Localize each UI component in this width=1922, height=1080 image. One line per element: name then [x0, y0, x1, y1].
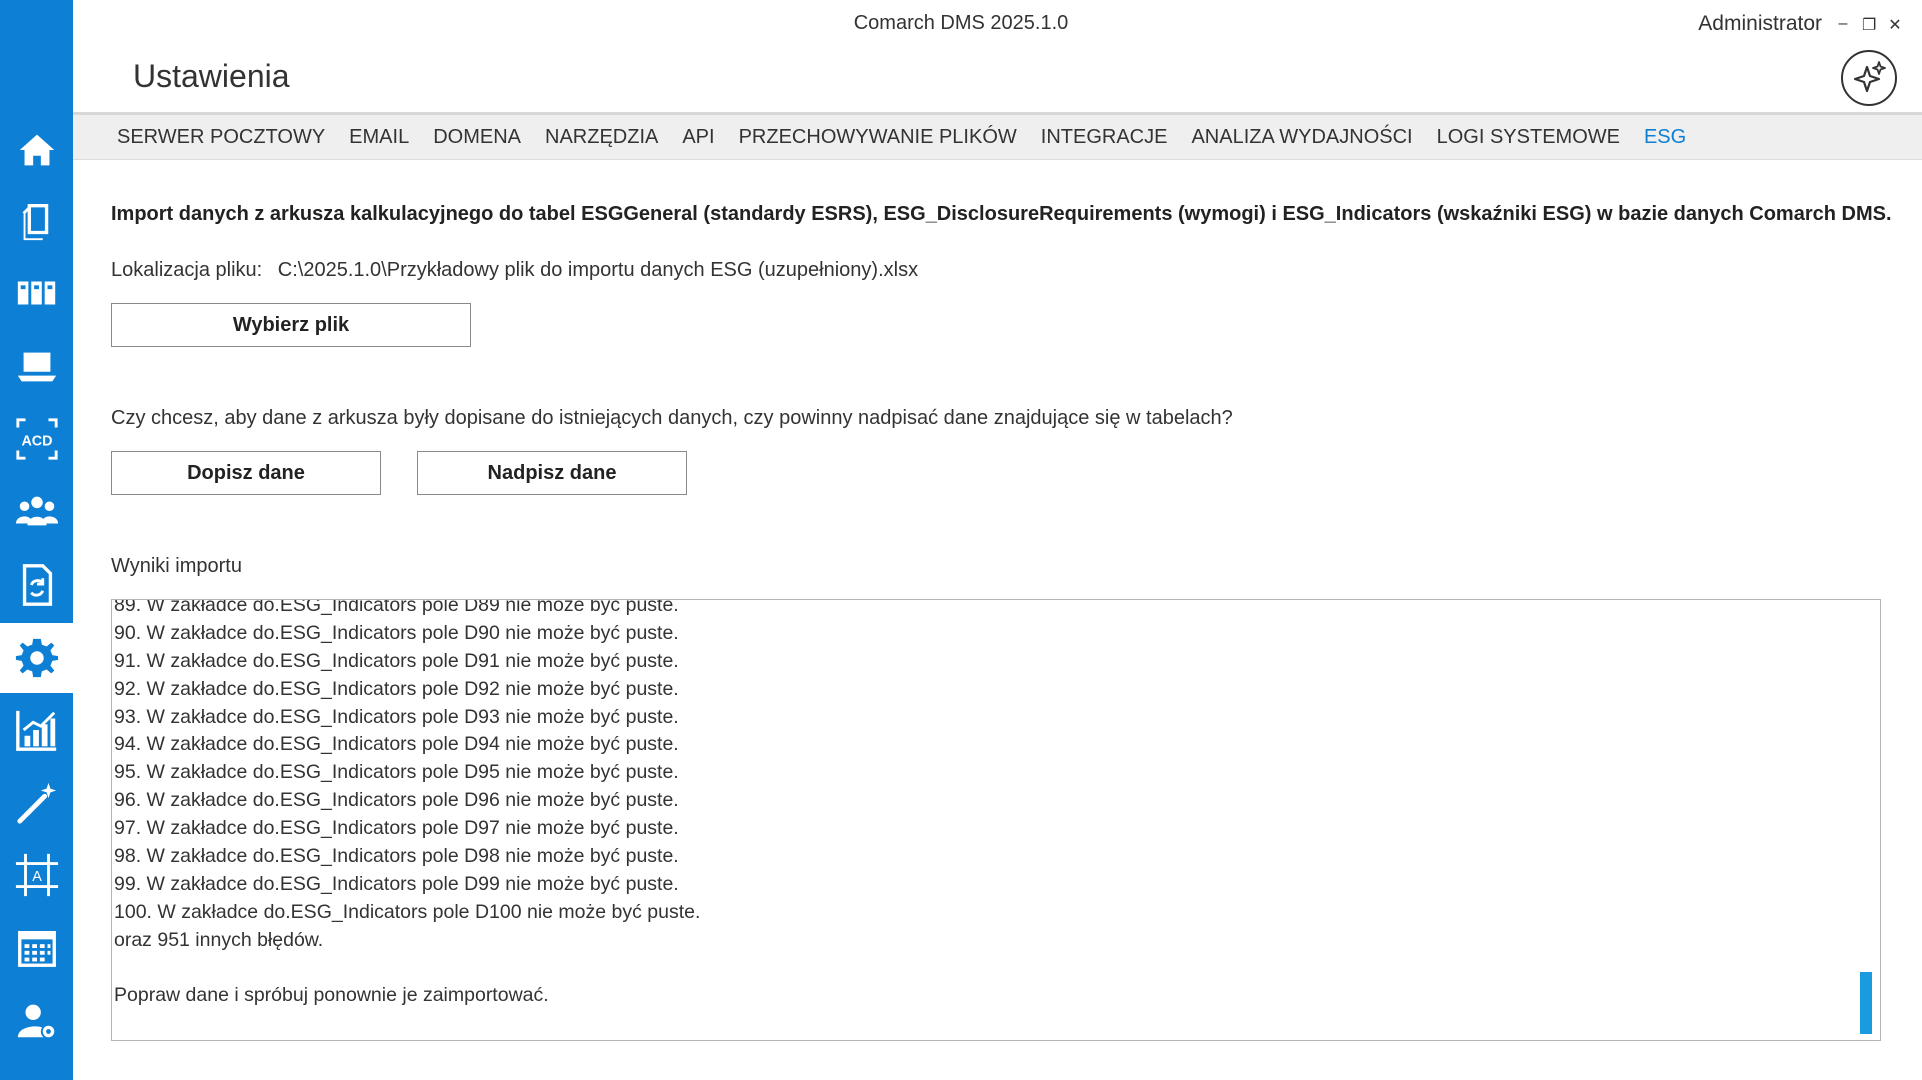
sidebar-item-home[interactable]: [0, 115, 73, 185]
user-name[interactable]: Administrator: [1698, 12, 1822, 36]
import-heading: Import danych z arkusza kalkulacyjnego d…: [111, 203, 1892, 225]
result-line: 89. W zakładce do.ESG_Indicators pole D8…: [114, 599, 679, 616]
user-settings-icon: [17, 1004, 56, 1040]
result-line: 93. W zakładce do.ESG_Indicators pole D9…: [114, 705, 679, 728]
result-line: 92. W zakładce do.ESG_Indicators pole D9…: [114, 677, 679, 700]
users-icon: [15, 496, 58, 526]
minimize-button[interactable]: –: [1836, 15, 1850, 35]
import-results-content: 89. W zakładce do.ESG_Indicators pole D8…: [114, 599, 1850, 1010]
magic-wand-icon: [16, 782, 56, 824]
import-results-textbox[interactable]: 89. W zakładce do.ESG_Indicators pole D8…: [111, 599, 1881, 1041]
sidebar-item-form-designer[interactable]: A: [0, 840, 73, 910]
sidebar-item-workflow[interactable]: [0, 550, 73, 620]
tab-api[interactable]: API: [682, 126, 714, 149]
acd-icon: ACD: [15, 418, 58, 460]
result-line: Popraw dane i spróbuj ponownie je zaimpo…: [114, 984, 549, 1007]
tab-performance-analysis[interactable]: ANALIZA WYDAJNOŚCI: [1191, 126, 1412, 149]
sidebar-item-repository[interactable]: [0, 258, 73, 328]
sidebar-item-workstation[interactable]: [0, 331, 73, 401]
sidebar-item-user-settings[interactable]: [0, 985, 73, 1055]
ai-assistant-button[interactable]: [1841, 50, 1897, 106]
sparkles-icon: [1853, 61, 1886, 93]
result-line: 97. W zakładce do.ESG_Indicators pole D9…: [114, 817, 679, 840]
sidebar-item-users[interactable]: [0, 477, 73, 547]
sidebar-item-acd[interactable]: ACD: [0, 404, 73, 474]
results-scrollbar-thumb[interactable]: [1860, 972, 1872, 1034]
repository-icon: [17, 281, 55, 305]
tab-mail-server[interactable]: SERWER POCZTOWY: [117, 126, 325, 149]
tab-integrations[interactable]: INTEGRACJE: [1041, 126, 1168, 149]
workflow-document-icon: [22, 564, 52, 606]
settings-tabs: SERWER POCZTOWY EMAIL DOMENA NARZĘDZIA A…: [73, 112, 1922, 160]
result-line: 94. W zakładce do.ESG_Indicators pole D9…: [114, 733, 679, 756]
result-line: 91. W zakładce do.ESG_Indicators pole D9…: [114, 649, 679, 672]
file-location-label: Lokalizacja pliku:: [111, 259, 263, 281]
tab-esg[interactable]: ESG: [1644, 126, 1686, 149]
app-title: Comarch DMS 2025.1.0: [853, 12, 1069, 34]
tab-tools[interactable]: NARZĘDZIA: [545, 126, 658, 149]
gear-icon: [15, 638, 58, 678]
sidebar-item-documents[interactable]: [0, 186, 73, 256]
tab-system-logs[interactable]: LOGI SYSTEMOWE: [1437, 126, 1620, 149]
svg-text:A: A: [32, 869, 42, 885]
tab-file-storage[interactable]: PRZECHOWYWANIE PLIKÓW: [739, 126, 1017, 149]
restore-button[interactable]: ❐: [1862, 15, 1876, 35]
chart-icon: [15, 710, 56, 751]
home-icon: [19, 134, 54, 166]
svg-text:ACD: ACD: [21, 434, 52, 450]
result-line: 99. W zakładce do.ESG_Indicators pole D9…: [114, 872, 679, 895]
sidebar-item-reports[interactable]: [0, 695, 73, 765]
file-location: Lokalizacja pliku: C:\2025.1.0\Przykłado…: [111, 259, 918, 282]
choose-file-button[interactable]: Wybierz plik: [111, 303, 471, 347]
file-location-value: C:\2025.1.0\Przykładowy plik do importu …: [277, 259, 919, 281]
sidebar: ACD A: [0, 0, 73, 1080]
laptop-icon: [17, 352, 56, 382]
result-line: 98. W zakładce do.ESG_Indicators pole D9…: [114, 845, 679, 868]
tab-email[interactable]: EMAIL: [349, 126, 409, 149]
sidebar-item-wizard[interactable]: [0, 767, 73, 837]
form-designer-icon: A: [15, 853, 58, 897]
tab-domain[interactable]: DOMENA: [433, 126, 521, 149]
result-line: 90. W zakładce do.ESG_Indicators pole D9…: [114, 621, 679, 644]
window-controls: – ❐ ✕: [1836, 15, 1902, 35]
result-line: 96. W zakładce do.ESG_Indicators pole D9…: [114, 789, 679, 812]
sidebar-item-settings[interactable]: [0, 623, 73, 693]
documents-icon: [22, 203, 48, 241]
calendar-icon: [17, 930, 56, 967]
sidebar-item-calendar[interactable]: [0, 913, 73, 983]
append-data-button[interactable]: Dopisz dane: [111, 451, 381, 495]
import-mode-question: Czy chcesz, aby dane z arkusza były dopi…: [111, 407, 1233, 429]
result-line: oraz 951 innych błędów.: [114, 928, 324, 951]
result-line: [114, 955, 1850, 983]
result-line: 95. W zakładce do.ESG_Indicators pole D9…: [114, 761, 679, 784]
overwrite-data-button[interactable]: Nadpisz dane: [417, 451, 687, 495]
close-button[interactable]: ✕: [1888, 15, 1902, 35]
page-title: Ustawienia: [133, 58, 290, 94]
result-line: 100. W zakładce do.ESG_Indicators pole D…: [114, 900, 701, 923]
import-results-label: Wyniki importu: [111, 555, 242, 577]
